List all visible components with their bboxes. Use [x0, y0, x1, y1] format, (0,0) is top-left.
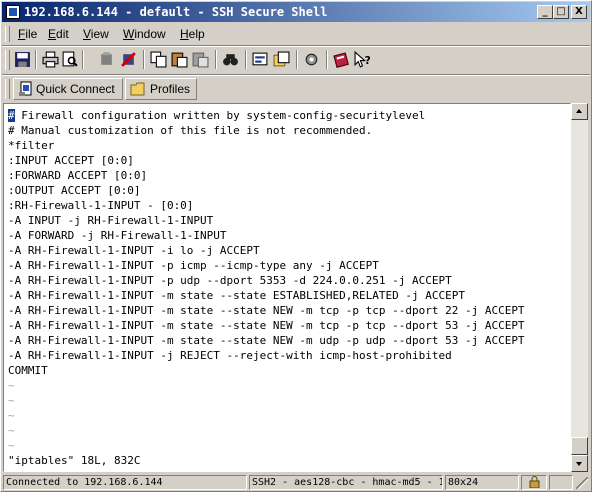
folder-icon [130, 82, 145, 96]
status-panel-extra [549, 475, 573, 490]
empty-line-marker: ~ [8, 394, 15, 407]
toolbar-separator [143, 50, 145, 69]
empty-line-marker: ~ [8, 424, 15, 437]
minimize-button[interactable]: _ [537, 5, 553, 19]
terminal-line: # Firewall configuration written by syst… [8, 108, 525, 123]
menu-bar: File Edit View Window Help [2, 24, 590, 44]
find-icon[interactable] [222, 51, 239, 68]
new-file-transfer-icon[interactable] [273, 51, 290, 68]
terminal-line: -A RH-Firewall-1-INPUT -i lo -j ACCEPT [8, 244, 260, 257]
toolbar-grip[interactable] [5, 50, 10, 70]
terminal-line: -A RH-Firewall-1-INPUT -m state --state … [8, 334, 525, 347]
quick-connect-label: Quick Connect [36, 82, 115, 96]
terminal-line: :OUTPUT ACCEPT [0:0] [8, 184, 141, 197]
quick-connect-button[interactable]: Quick Connect [13, 78, 123, 100]
terminal-text: # Firewall configuration written by syst… [8, 108, 525, 468]
lock-icon [529, 476, 540, 489]
terminal-line: -A RH-Firewall-1-INPUT -m state --state … [8, 304, 525, 317]
terminal-line: :INPUT ACCEPT [0:0] [8, 154, 134, 167]
toolbar-separator [82, 50, 84, 69]
connection-status: Connected to 192.168.6.144 [3, 475, 247, 490]
menu-grip[interactable] [5, 26, 10, 42]
print-icon[interactable] [42, 51, 59, 68]
profiles-button[interactable]: Profiles [125, 78, 197, 100]
toolbar-separator [35, 50, 37, 69]
toolbar-separator [245, 50, 247, 69]
scroll-down-button[interactable] [571, 455, 588, 472]
empty-line-marker: ~ [8, 439, 15, 452]
terminal-line: :RH-Firewall-1-INPUT - [0:0] [8, 199, 194, 212]
save-icon[interactable] [14, 51, 31, 68]
empty-line-marker: ~ [8, 409, 15, 422]
terminal-line: -A RH-Firewall-1-INPUT -p icmp --icmp-ty… [8, 259, 379, 272]
terminal-view[interactable]: # Firewall configuration written by syst… [3, 103, 571, 472]
terminal-line-text: Firewall configuration written by system… [14, 109, 426, 122]
toolbar-separator [326, 50, 328, 69]
scroll-up-button[interactable] [571, 103, 588, 120]
terminal-line: -A RH-Firewall-1-INPUT -m state --state … [8, 289, 465, 302]
status-panel-lock [521, 475, 547, 490]
menu-window[interactable]: Window [123, 27, 166, 41]
terminal-line: :FORWARD ACCEPT [0:0] [8, 169, 148, 182]
status-bar: Connected to 192.168.6.144 SSH2 - aes128… [2, 474, 590, 491]
toolbar-separator [296, 50, 298, 69]
svg-text:?: ? [365, 54, 371, 67]
terminal-cursor: # [8, 109, 15, 122]
terminal-line: -A RH-Firewall-1-INPUT -m state --state … [8, 319, 525, 332]
terminal-scrollbar[interactable] [571, 103, 588, 472]
resize-grip[interactable] [576, 477, 588, 489]
window-title: 192.168.6.144 - default - SSH Secure She… [24, 5, 328, 19]
menu-file[interactable]: File [18, 27, 37, 41]
terminal-line: # Manual customization of this file is n… [8, 124, 373, 137]
disconnect-icon[interactable] [120, 51, 137, 68]
terminal-line: -A RH-Firewall-1-INPUT -j REJECT --rejec… [8, 349, 452, 362]
scroll-up-icon [576, 109, 582, 113]
scroll-thumb[interactable] [571, 437, 588, 455]
ssh-client-window: 192.168.6.144 - default - SSH Secure She… [0, 0, 592, 492]
new-terminal-icon[interactable] [252, 51, 269, 68]
toolbar-separator [215, 50, 217, 69]
menu-help[interactable]: Help [180, 27, 205, 41]
profiles-label: Profiles [150, 82, 191, 96]
terminal-line: -A FORWARD -j RH-Firewall-1-INPUT [8, 229, 227, 242]
close-button[interactable]: X [571, 5, 587, 19]
scroll-down-icon [576, 462, 582, 466]
maximize-button[interactable]: □ [553, 5, 569, 19]
paste-selection-icon[interactable] [192, 51, 209, 68]
terminal-line: -A RH-Firewall-1-INPUT -p udp --dport 53… [8, 274, 452, 287]
print-preview-icon[interactable] [61, 51, 78, 68]
menu-view[interactable]: View [83, 27, 109, 41]
context-help-icon[interactable]: ? [354, 51, 371, 68]
paste-icon[interactable] [171, 51, 188, 68]
title-bar[interactable]: 192.168.6.144 - default - SSH Secure She… [2, 2, 590, 22]
terminal-line: COMMIT [8, 364, 48, 377]
terminal-size: 80x24 [445, 475, 519, 490]
quick-connect-bar: Quick Connect Profiles [2, 76, 590, 102]
copy-icon[interactable] [150, 51, 167, 68]
terminal-line: -A INPUT -j RH-Firewall-1-INPUT [8, 214, 214, 227]
quick-connect-icon [19, 81, 32, 96]
editor-status-line: "iptables" 18L, 832C [8, 454, 141, 467]
settings-icon[interactable] [303, 51, 320, 68]
menu-edit[interactable]: Edit [48, 27, 69, 41]
terminal-line: *filter [8, 139, 55, 152]
cipher-status: SSH2 - aes128-cbc - hmac-md5 - 1 [249, 475, 443, 490]
empty-line-marker: ~ [8, 379, 15, 392]
main-toolbar: ? [2, 47, 590, 73]
quickbar-grip[interactable] [5, 79, 10, 99]
help-book-icon[interactable] [333, 51, 350, 68]
app-icon [6, 5, 20, 19]
connect-icon[interactable] [98, 51, 115, 68]
